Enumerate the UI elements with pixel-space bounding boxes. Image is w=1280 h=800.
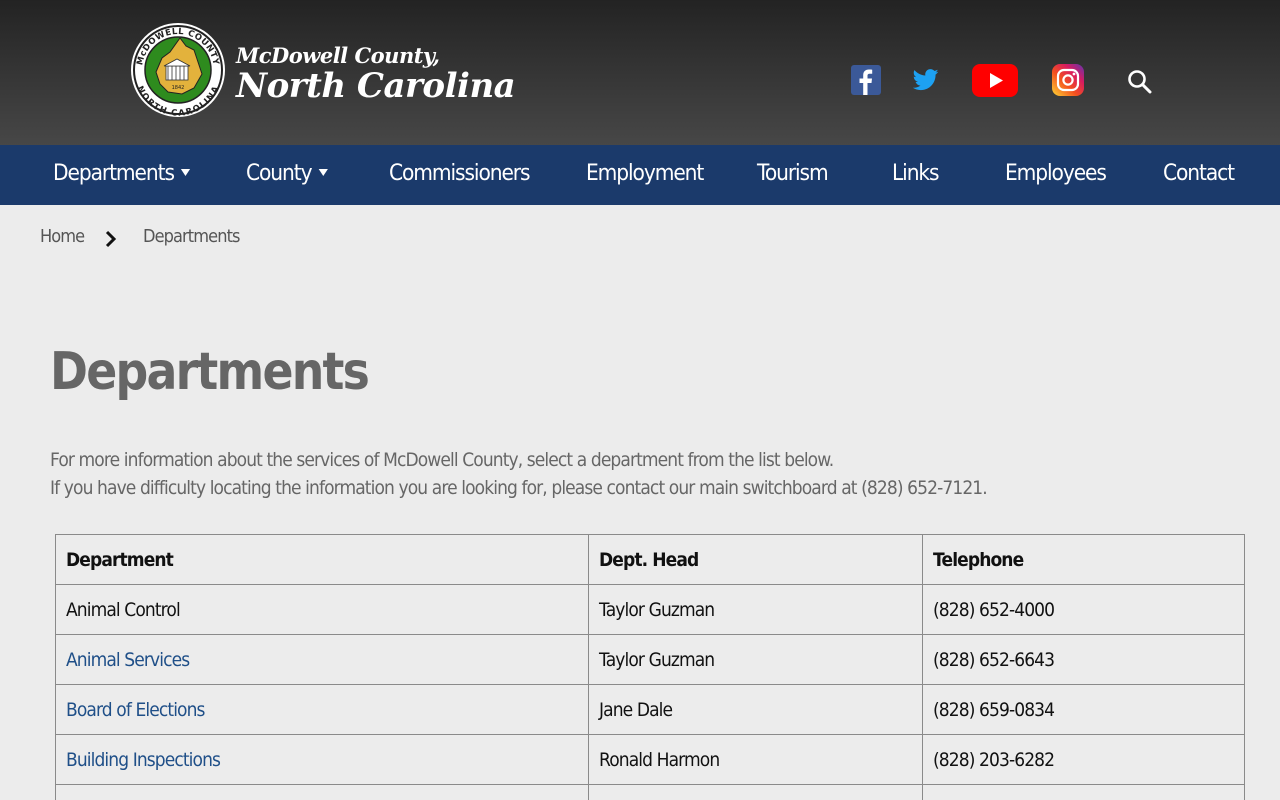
col-header-telephone: Telephone bbox=[922, 534, 1245, 585]
search-icon[interactable] bbox=[1126, 68, 1154, 101]
nav-item-county[interactable]: County bbox=[246, 145, 329, 205]
dept-head-cell: Ronald Harmon bbox=[587, 734, 924, 785]
nav-item-contact[interactable]: Contact bbox=[1163, 145, 1235, 205]
telephone-cell: (828) 652-6643 bbox=[922, 634, 1245, 685]
department-link[interactable]: Building Inspections bbox=[55, 734, 589, 785]
wordmark-line2: North Carolina bbox=[236, 66, 516, 106]
telephone-cell bbox=[922, 784, 1245, 800]
col-header-dept-head: Dept. Head bbox=[587, 534, 924, 585]
telephone-cell: (828) 652-4000 bbox=[922, 584, 1245, 635]
main-nav: Departments County Commissioners Employm… bbox=[0, 145, 1280, 205]
nav-item-tourism[interactable]: Tourism bbox=[757, 145, 829, 205]
site-header: 1842 McDOWELL COUNTY NORTH CAROLINA McDo… bbox=[0, 0, 1280, 145]
nav-label: Employees bbox=[1005, 161, 1107, 186]
instagram-icon[interactable] bbox=[1052, 64, 1084, 101]
department-link[interactable]: Board of Elections bbox=[55, 684, 589, 735]
table-row: Animal Services Taylor Guzman (828) 652-… bbox=[55, 634, 1245, 685]
table-header-row: Department Dept. Head Telephone bbox=[55, 534, 1245, 585]
wordmark-line1: McDowell County, bbox=[236, 43, 440, 68]
page-title: Departments bbox=[50, 342, 370, 402]
table-row: Board of Elections Jane Dale (828) 659-0… bbox=[55, 684, 1245, 735]
chevron-right-icon bbox=[105, 230, 117, 253]
seal-year: 1842 bbox=[172, 85, 185, 91]
nav-item-commissioners[interactable]: Commissioners bbox=[389, 145, 531, 205]
nav-item-departments[interactable]: Departments bbox=[53, 145, 191, 205]
breadcrumb-home[interactable]: Home bbox=[40, 226, 85, 247]
nav-label: County bbox=[246, 161, 313, 186]
nav-label: Contact bbox=[1163, 161, 1235, 186]
nav-label: Commissioners bbox=[389, 161, 531, 186]
dept-head-cell bbox=[587, 784, 924, 800]
department-cell bbox=[55, 784, 589, 800]
departments-table: Department Dept. Head Telephone Animal C… bbox=[55, 534, 1245, 800]
facebook-icon[interactable] bbox=[851, 65, 881, 100]
dept-head-cell: Taylor Guzman bbox=[587, 584, 924, 635]
nav-label: Departments bbox=[53, 161, 175, 186]
intro-text: For more information about the services … bbox=[50, 446, 988, 502]
dept-head-cell: Jane Dale bbox=[587, 684, 924, 735]
table-row: Building Inspections Ronald Harmon (828)… bbox=[55, 734, 1245, 785]
table-row bbox=[55, 784, 1245, 800]
nav-label: Employment bbox=[586, 161, 704, 186]
intro-line-1: For more information about the services … bbox=[50, 449, 834, 471]
youtube-icon[interactable] bbox=[972, 64, 1018, 102]
department-cell: Animal Control bbox=[55, 584, 589, 635]
telephone-cell: (828) 203-6282 bbox=[922, 734, 1245, 785]
nav-item-employment[interactable]: Employment bbox=[586, 145, 704, 205]
table-row: Animal Control Taylor Guzman (828) 652-4… bbox=[55, 584, 1245, 635]
dept-head-cell: Taylor Guzman bbox=[587, 634, 924, 685]
department-link[interactable]: Animal Services bbox=[55, 634, 589, 685]
intro-line-2: If you have difficulty locating the info… bbox=[50, 477, 988, 499]
caret-down-icon bbox=[181, 168, 191, 176]
caret-down-icon bbox=[318, 168, 329, 176]
county-seal-logo[interactable]: 1842 McDOWELL COUNTY NORTH CAROLINA bbox=[130, 22, 226, 119]
telephone-cell: (828) 659-0834 bbox=[922, 684, 1245, 735]
nav-item-employees[interactable]: Employees bbox=[1005, 145, 1107, 205]
seal-icon: 1842 McDOWELL COUNTY NORTH CAROLINA bbox=[131, 23, 225, 119]
breadcrumb-current: Departments bbox=[143, 226, 240, 247]
nav-item-links[interactable]: Links bbox=[892, 145, 940, 205]
col-header-department: Department bbox=[55, 534, 589, 585]
nav-label: Tourism bbox=[757, 161, 829, 186]
nav-label: Links bbox=[892, 161, 940, 186]
twitter-icon[interactable] bbox=[912, 68, 939, 97]
county-wordmark[interactable]: McDowell County, North Carolina bbox=[236, 43, 516, 106]
